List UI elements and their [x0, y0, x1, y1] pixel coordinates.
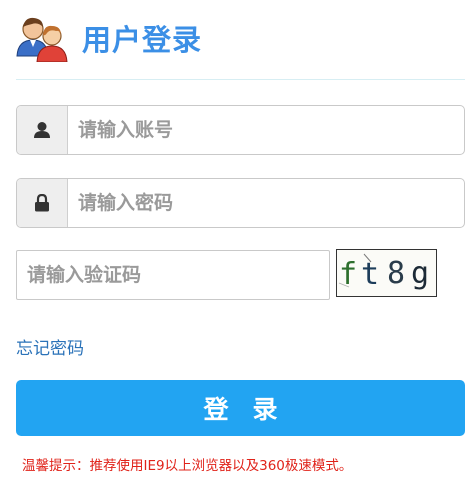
users-icon [14, 14, 70, 63]
svg-text:t: t [361, 257, 379, 292]
lock-icon [17, 179, 68, 227]
password-input[interactable] [68, 179, 464, 227]
divider [16, 79, 465, 80]
user-icon [17, 106, 68, 154]
login-button[interactable]: 登录 [16, 380, 465, 436]
browser-tip: 温馨提示：推荐使用IE9以上浏览器以及360极速模式。 [22, 458, 353, 474]
captcha-input[interactable] [16, 250, 330, 300]
svg-text:f: f [339, 257, 357, 292]
svg-text:g: g [411, 256, 429, 291]
page-title: 用户登录 [82, 23, 203, 57]
forgot-password-link[interactable]: 忘记密码 [16, 337, 84, 361]
account-field-group [16, 105, 465, 155]
password-field-group [16, 178, 465, 228]
svg-text:8: 8 [387, 256, 405, 291]
captcha-image[interactable]: f t 8 g [336, 249, 437, 297]
account-input[interactable] [68, 106, 464, 154]
